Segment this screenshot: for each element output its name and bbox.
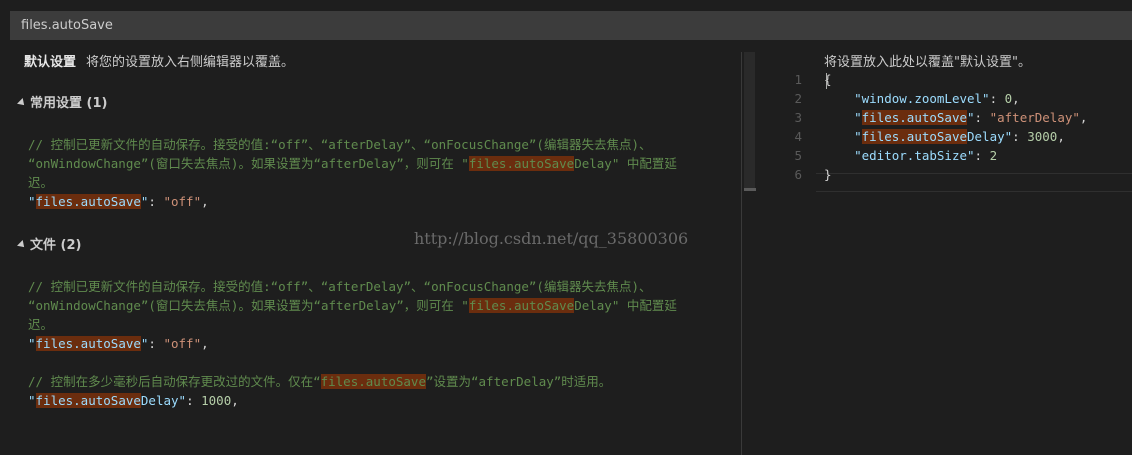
setting-description: // 控制已更新文件的自动保存。接受的值:“off”、“afterDelay”、…	[28, 137, 652, 152]
setting-block-common: // 控制已更新文件的自动保存。接受的值:“off”、“afterDelay”、…	[28, 135, 677, 211]
user-settings-pane[interactable]: 将设置放入此处以覆盖"默认设置"。 1 2 3 4 5 6 { "window.…	[756, 40, 1132, 455]
user-settings-header: 将设置放入此处以覆盖"默认设置"。	[824, 55, 1031, 70]
text-cursor	[826, 73, 827, 89]
line-number: 1	[794, 72, 802, 87]
section-title-label: 文件 (2)	[30, 238, 82, 253]
setting-description: 迟。	[28, 317, 54, 332]
watermark-text: http://blog.csdn.net/qq_35800306	[414, 229, 689, 248]
line-number: 4	[794, 129, 802, 144]
default-settings-hint: 将您的设置放入右侧编辑器以覆盖。	[86, 55, 295, 70]
setting-entry-autosave[interactable]: "files.autoSave": "off",	[28, 194, 209, 209]
scrollbar-thumb[interactable]	[744, 52, 755, 190]
default-settings-title: 默认设置	[24, 55, 77, 70]
default-settings-header: 默认设置 将您的设置放入右侧编辑器以覆盖。	[24, 51, 294, 70]
line-number: 5	[794, 148, 802, 163]
collapse-triangle-icon[interactable]	[17, 240, 27, 250]
collapse-triangle-icon[interactable]	[17, 98, 27, 108]
user-settings-editor[interactable]: { "window.zoomLevel": 0, "files.autoSave…	[824, 70, 1087, 184]
title-area	[0, 0, 1132, 10]
setting-description: 迟。	[28, 175, 54, 190]
setting-entry-autosave-delay[interactable]: "files.autoSaveDelay": 1000,	[28, 393, 239, 408]
setting-entry-autosave[interactable]: "files.autoSave": "off",	[28, 336, 209, 351]
line-number: 6	[794, 167, 802, 182]
setting-description: // 控制在多少毫秒后自动保存更改过的文件。仅在“files.autoSave”…	[28, 374, 612, 389]
section-title-label: 常用设置 (1)	[30, 96, 108, 111]
scrollbar-marker	[744, 188, 756, 191]
settings-search-input[interactable]	[11, 11, 1132, 40]
line-number: 3	[794, 110, 802, 125]
section-files[interactable]: 文件 (2)	[17, 234, 82, 253]
settings-search-bar[interactable]	[10, 11, 1132, 40]
section-common-settings[interactable]: 常用设置 (1)	[17, 92, 108, 111]
setting-description: // 控制已更新文件的自动保存。接受的值:“off”、“afterDelay”、…	[28, 279, 652, 294]
setting-description: “onWindowChange”(窗口失去焦点)。如果设置为“afterDela…	[28, 156, 677, 171]
setting-block-files: // 控制已更新文件的自动保存。接受的值:“off”、“afterDelay”、…	[28, 277, 677, 410]
line-number: 2	[794, 91, 802, 106]
setting-description: “onWindowChange”(窗口失去焦点)。如果设置为“afterDela…	[28, 298, 677, 313]
